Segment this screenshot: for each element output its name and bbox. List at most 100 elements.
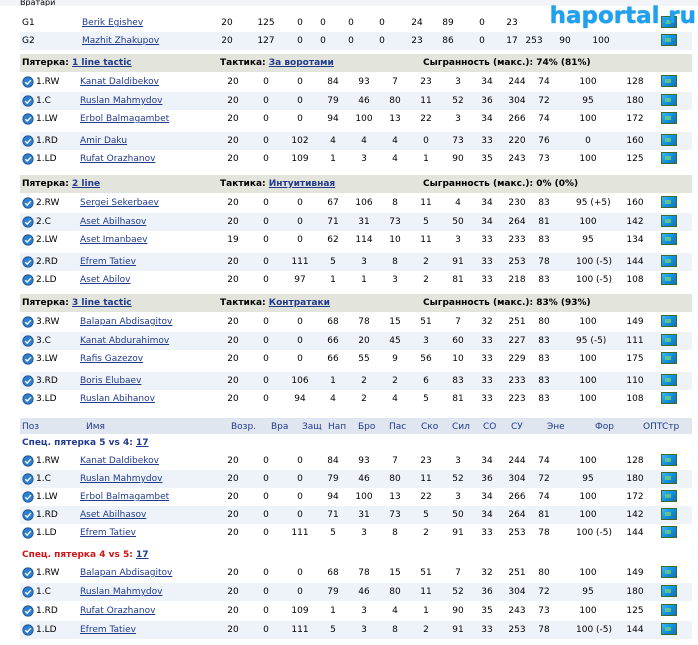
- stat-value: 20: [227, 336, 239, 346]
- player-link[interactable]: Ruslan Mahmydov: [80, 587, 162, 597]
- player-info-icon[interactable]: [22, 234, 34, 246]
- stat-value: 227: [508, 336, 526, 346]
- player-link[interactable]: Rufat Orazhanov: [80, 154, 155, 164]
- player-name-link[interactable]: Rufat Orazhanov: [80, 602, 155, 620]
- player-link[interactable]: Erbol Balmagambet: [80, 492, 169, 502]
- player-name-link[interactable]: Erbol Balmagambet: [80, 488, 169, 506]
- player-info-icon[interactable]: [22, 509, 34, 521]
- player-link[interactable]: Ruslan Mahmydov: [80, 474, 162, 484]
- player-name-link[interactable]: Kanat Daldibekov: [80, 452, 159, 470]
- player-name-link[interactable]: Aset Abilhasov: [80, 506, 146, 524]
- player-info-icon[interactable]: [22, 216, 34, 228]
- stat-value: 95 (-5): [576, 336, 607, 346]
- player-info-icon[interactable]: [22, 473, 34, 485]
- player-link[interactable]: Erbol Balmagambet: [80, 114, 169, 124]
- pp-count-link[interactable]: 17: [136, 438, 149, 448]
- player-info-icon[interactable]: [22, 353, 34, 365]
- player-name-link[interactable]: Kanat Abdurahimov: [80, 332, 169, 350]
- stat-value: 83: [452, 376, 464, 386]
- player-link[interactable]: Rafis Gazezov: [80, 354, 143, 364]
- player-info-icon[interactable]: [22, 95, 34, 107]
- player-link[interactable]: Aset Abilhasov: [80, 217, 146, 227]
- player-name-link[interactable]: Efrem Tatiev: [80, 524, 136, 542]
- player-name-link[interactable]: Ruslan Abihanov: [80, 390, 155, 408]
- player-info-icon[interactable]: [22, 76, 34, 88]
- player-name-link[interactable]: Amir Daku: [80, 132, 127, 150]
- player-info-icon[interactable]: [22, 455, 34, 467]
- player-name-link[interactable]: Ruslan Mahmydov: [80, 92, 162, 110]
- stat-value: 160: [626, 136, 644, 146]
- player-info-icon[interactable]: [22, 335, 34, 347]
- player-name-link[interactable]: Balapan Abdisagitov: [80, 313, 172, 331]
- player-name-link[interactable]: Aset Abilov: [80, 271, 130, 289]
- player-info-icon[interactable]: [22, 393, 34, 405]
- player-name-link[interactable]: Ruslan Mahmydov: [80, 583, 162, 601]
- player-name-link[interactable]: Aset Abilhasov: [80, 213, 146, 231]
- stat-value: 3: [423, 336, 429, 346]
- player-info-icon[interactable]: [22, 527, 34, 539]
- player-link[interactable]: Ruslan Abihanov: [80, 394, 155, 404]
- player-name-link[interactable]: Ruslan Mahmydov: [80, 470, 162, 488]
- player-info-icon[interactable]: [22, 256, 34, 268]
- player-link[interactable]: Kanat Daldibekov: [80, 456, 159, 466]
- player-info-icon[interactable]: [22, 586, 34, 598]
- stat-value: 23: [506, 18, 518, 28]
- player-link[interactable]: Aset Abilov: [80, 275, 130, 285]
- player-link[interactable]: Kanat Abdurahimov: [80, 336, 169, 346]
- player-name-link[interactable]: Efrem Tatiev: [80, 253, 136, 271]
- player-link[interactable]: Boris Elubaev: [80, 376, 141, 386]
- player-link[interactable]: Efrem Tatiev: [80, 257, 136, 267]
- player-info-icon[interactable]: [22, 375, 34, 387]
- player-name-link[interactable]: Kanat Daldibekov: [80, 73, 159, 91]
- player-name-link[interactable]: Boris Elubaev: [80, 372, 141, 390]
- player-name-link[interactable]: Balapan Abdisagitov: [80, 564, 172, 582]
- player-link[interactable]: Ruslan Mahmydov: [80, 96, 162, 106]
- player-info-icon[interactable]: [22, 274, 34, 286]
- player-link[interactable]: Efrem Tatiev: [80, 625, 136, 635]
- player-name-link[interactable]: Erbol Balmagambet: [80, 110, 169, 128]
- country-flag-icon: [661, 152, 677, 164]
- stat-value: 0: [479, 36, 485, 46]
- player-info-icon[interactable]: [22, 316, 34, 328]
- tactic-link[interactable]: За воротами: [269, 58, 334, 68]
- player-info-icon[interactable]: [22, 491, 34, 503]
- tactic-link[interactable]: Контратаки: [269, 298, 330, 308]
- player-link[interactable]: Efrem Tatiev: [80, 528, 136, 538]
- line-name-link[interactable]: 1 line tactic: [72, 58, 132, 68]
- player-link[interactable]: Kanat Daldibekov: [80, 77, 159, 87]
- player-link[interactable]: Aset Abilhasov: [80, 510, 146, 520]
- player-link[interactable]: Balapan Abdisagitov: [80, 317, 172, 327]
- stat-value: 0: [263, 96, 269, 106]
- stat-value: 20: [227, 528, 239, 538]
- goalie-link[interactable]: Mazhit Zhakupov: [82, 36, 159, 46]
- goalie-link[interactable]: Berik Egishev: [82, 18, 143, 28]
- player-link[interactable]: Amir Daku: [80, 136, 127, 146]
- stat-value: 5: [330, 528, 336, 538]
- player-link[interactable]: Aset Imanbaev: [80, 235, 148, 245]
- player-link[interactable]: Sergei Sekerbaev: [80, 198, 159, 208]
- country-flag-icon: [661, 315, 677, 327]
- line-name-link[interactable]: 3 line tactic: [72, 298, 132, 308]
- stat-value: 0: [585, 136, 591, 146]
- player-info-icon[interactable]: [22, 605, 34, 617]
- line-name-link[interactable]: 2 line: [72, 179, 100, 189]
- player-name-link[interactable]: Rafis Gazezov: [80, 350, 143, 368]
- player-info-icon[interactable]: [22, 153, 34, 165]
- player-name-link[interactable]: Aset Imanbaev: [80, 231, 148, 249]
- player-info-icon[interactable]: [22, 567, 34, 579]
- stat-value: 17: [506, 36, 518, 46]
- player-name-link[interactable]: Sergei Sekerbaev: [80, 194, 159, 212]
- tactic-link[interactable]: Интуитивная: [269, 179, 335, 189]
- stat-value: 66: [327, 336, 339, 346]
- player-name-link[interactable]: Rufat Orazhanov: [80, 150, 155, 168]
- stat-value: 20: [227, 154, 239, 164]
- player-link[interactable]: Balapan Abdisagitov: [80, 568, 172, 578]
- player-link[interactable]: Rufat Orazhanov: [80, 606, 155, 616]
- player-info-icon[interactable]: [22, 113, 34, 125]
- player-info-icon[interactable]: [22, 135, 34, 147]
- stat-value: 46: [358, 587, 370, 597]
- player-name-link[interactable]: Efrem Tatiev: [80, 621, 136, 639]
- player-info-icon[interactable]: [22, 197, 34, 209]
- pk-count-link[interactable]: 17: [136, 550, 149, 560]
- player-info-icon[interactable]: [22, 624, 34, 636]
